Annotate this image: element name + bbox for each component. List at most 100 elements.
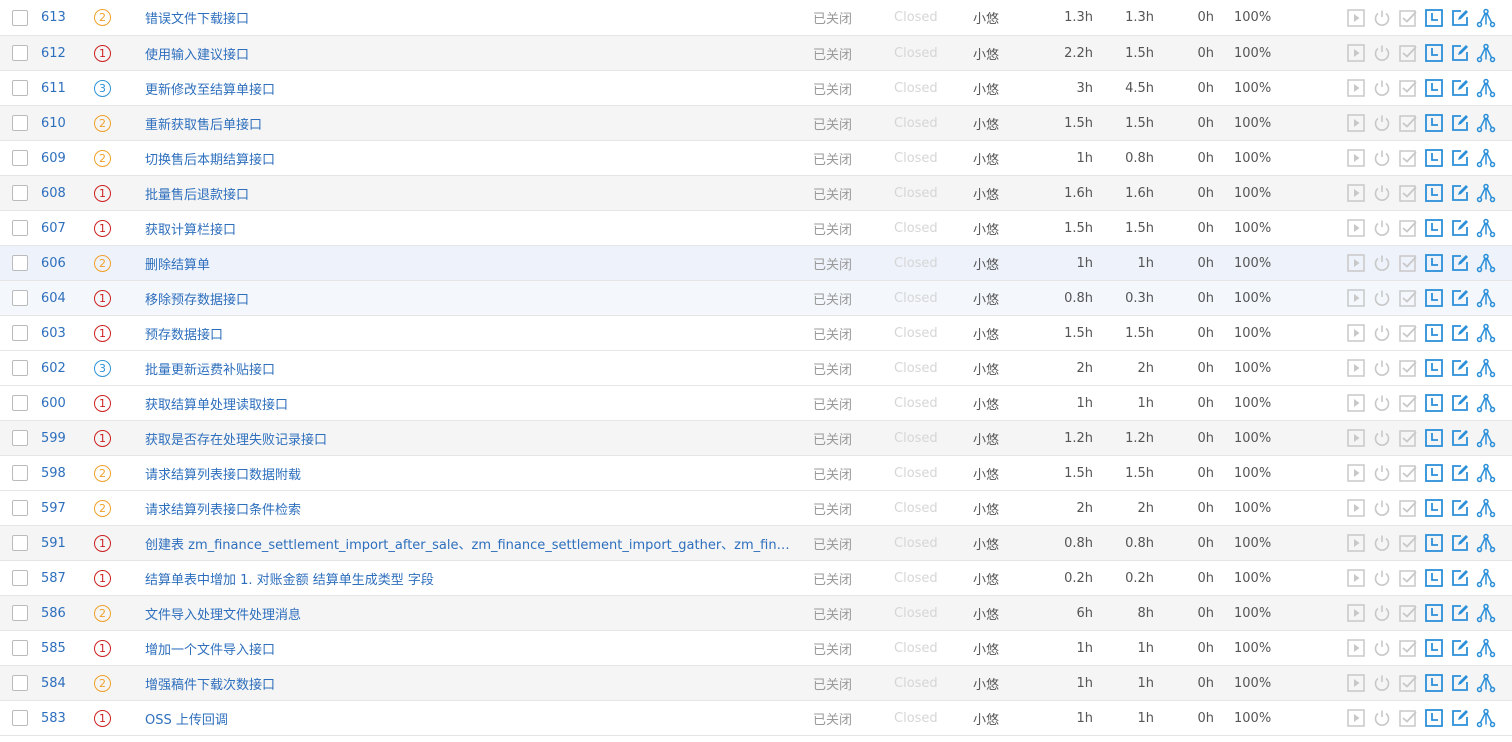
task-title[interactable]: 删除结算单 bbox=[145, 254, 210, 273]
edit-icon[interactable] bbox=[1450, 8, 1470, 28]
task-title-link[interactable]: 请求结算列表接口数据附载 bbox=[145, 456, 795, 490]
task-title-link[interactable]: 获取是否存在处理失败记录接口 bbox=[145, 421, 795, 455]
task-id[interactable]: 598 bbox=[41, 456, 66, 490]
row-checkbox[interactable] bbox=[12, 605, 28, 621]
task-title[interactable]: 获取计算栏接口 bbox=[145, 219, 236, 238]
record-estimate-icon[interactable] bbox=[1424, 78, 1444, 98]
task-title[interactable]: 更新修改至结算单接口 bbox=[145, 79, 275, 98]
edit-icon[interactable] bbox=[1450, 148, 1470, 168]
row-checkbox[interactable] bbox=[12, 325, 28, 341]
edit-icon[interactable] bbox=[1450, 498, 1470, 518]
row-checkbox[interactable] bbox=[12, 9, 28, 26]
edit-icon[interactable] bbox=[1450, 393, 1470, 413]
task-title[interactable]: 预存数据接口 bbox=[145, 324, 223, 343]
split-branch-icon[interactable] bbox=[1476, 113, 1496, 133]
split-branch-icon[interactable] bbox=[1476, 43, 1496, 63]
task-title-link[interactable]: 更新修改至结算单接口 bbox=[145, 71, 795, 105]
task-title[interactable]: 获取是否存在处理失败记录接口 bbox=[145, 429, 327, 448]
row-checkbox[interactable] bbox=[12, 80, 28, 96]
task-id[interactable]: 600 bbox=[41, 386, 66, 420]
edit-icon[interactable] bbox=[1450, 78, 1470, 98]
record-estimate-icon[interactable] bbox=[1424, 183, 1444, 203]
split-branch-icon[interactable] bbox=[1476, 8, 1496, 28]
edit-icon[interactable] bbox=[1450, 463, 1470, 483]
task-id[interactable]: 599 bbox=[41, 421, 66, 455]
row-checkbox[interactable] bbox=[12, 395, 28, 411]
split-branch-icon[interactable] bbox=[1476, 218, 1496, 238]
split-branch-icon[interactable] bbox=[1476, 498, 1496, 518]
task-title-link[interactable]: 结算单表中增加 1. 对账金额 结算单生成类型 字段 bbox=[145, 561, 795, 595]
task-title[interactable]: 移除预存数据接口 bbox=[145, 289, 249, 308]
edit-icon[interactable] bbox=[1450, 708, 1470, 728]
task-title-link[interactable]: 获取计算栏接口 bbox=[145, 211, 795, 245]
split-branch-icon[interactable] bbox=[1476, 568, 1496, 588]
split-branch-icon[interactable] bbox=[1476, 638, 1496, 658]
task-id[interactable]: 610 bbox=[41, 106, 66, 140]
row-checkbox[interactable] bbox=[12, 220, 28, 236]
record-estimate-icon[interactable] bbox=[1424, 358, 1444, 378]
edit-icon[interactable] bbox=[1450, 603, 1470, 623]
task-title-link[interactable]: 文件导入处理文件处理消息 bbox=[145, 596, 795, 630]
record-estimate-icon[interactable] bbox=[1424, 253, 1444, 273]
split-branch-icon[interactable] bbox=[1476, 183, 1496, 203]
row-checkbox[interactable] bbox=[12, 255, 28, 271]
edit-icon[interactable] bbox=[1450, 323, 1470, 343]
record-estimate-icon[interactable] bbox=[1424, 8, 1444, 28]
task-id[interactable]: 609 bbox=[41, 141, 66, 175]
task-title[interactable]: 创建表 zm_finance_settlement_import_after_s… bbox=[145, 534, 795, 553]
row-checkbox[interactable] bbox=[12, 150, 28, 166]
task-title-link[interactable]: 使用输入建议接口 bbox=[145, 36, 795, 70]
record-estimate-icon[interactable] bbox=[1424, 148, 1444, 168]
task-title-link[interactable]: 增加一个文件导入接口 bbox=[145, 631, 795, 665]
record-estimate-icon[interactable] bbox=[1424, 673, 1444, 693]
split-branch-icon[interactable] bbox=[1476, 603, 1496, 623]
task-title-link[interactable]: 移除预存数据接口 bbox=[145, 281, 795, 315]
task-id[interactable]: 604 bbox=[41, 281, 66, 315]
task-title[interactable]: 错误文件下载接口 bbox=[145, 8, 249, 27]
record-estimate-icon[interactable] bbox=[1424, 428, 1444, 448]
edit-icon[interactable] bbox=[1450, 253, 1470, 273]
task-title[interactable]: 增加一个文件导入接口 bbox=[145, 639, 275, 658]
edit-icon[interactable] bbox=[1450, 638, 1470, 658]
edit-icon[interactable] bbox=[1450, 218, 1470, 238]
task-title-link[interactable]: OSS 上传回调 bbox=[145, 701, 795, 735]
record-estimate-icon[interactable] bbox=[1424, 533, 1444, 553]
split-branch-icon[interactable] bbox=[1476, 393, 1496, 413]
record-estimate-icon[interactable] bbox=[1424, 393, 1444, 413]
row-checkbox[interactable] bbox=[12, 430, 28, 446]
task-id[interactable]: 585 bbox=[41, 631, 66, 665]
split-branch-icon[interactable] bbox=[1476, 463, 1496, 483]
task-title-link[interactable]: 重新获取售后单接口 bbox=[145, 106, 795, 140]
task-id[interactable]: 606 bbox=[41, 246, 66, 280]
edit-icon[interactable] bbox=[1450, 673, 1470, 693]
edit-icon[interactable] bbox=[1450, 428, 1470, 448]
row-checkbox[interactable] bbox=[12, 185, 28, 201]
task-id[interactable]: 613 bbox=[41, 0, 66, 35]
split-branch-icon[interactable] bbox=[1476, 148, 1496, 168]
task-title[interactable]: 批量更新运费补贴接口 bbox=[145, 359, 275, 378]
row-checkbox[interactable] bbox=[12, 45, 28, 61]
row-checkbox[interactable] bbox=[12, 710, 28, 726]
split-branch-icon[interactable] bbox=[1476, 288, 1496, 308]
task-title[interactable]: 请求结算列表接口条件检索 bbox=[145, 499, 301, 518]
edit-icon[interactable] bbox=[1450, 113, 1470, 133]
record-estimate-icon[interactable] bbox=[1424, 568, 1444, 588]
row-checkbox[interactable] bbox=[12, 640, 28, 656]
edit-icon[interactable] bbox=[1450, 533, 1470, 553]
row-checkbox[interactable] bbox=[12, 675, 28, 691]
record-estimate-icon[interactable] bbox=[1424, 603, 1444, 623]
task-title[interactable]: 切换售后本期结算接口 bbox=[145, 149, 275, 168]
task-id[interactable]: 597 bbox=[41, 491, 66, 525]
record-estimate-icon[interactable] bbox=[1424, 638, 1444, 658]
task-id[interactable]: 591 bbox=[41, 526, 66, 560]
task-title[interactable]: OSS 上传回调 bbox=[145, 709, 228, 728]
edit-icon[interactable] bbox=[1450, 43, 1470, 63]
task-title[interactable]: 增强稿件下载次数接口 bbox=[145, 674, 275, 693]
task-title-link[interactable]: 创建表 zm_finance_settlement_import_after_s… bbox=[145, 526, 795, 560]
split-branch-icon[interactable] bbox=[1476, 428, 1496, 448]
split-branch-icon[interactable] bbox=[1476, 78, 1496, 98]
record-estimate-icon[interactable] bbox=[1424, 43, 1444, 63]
task-title[interactable]: 请求结算列表接口数据附载 bbox=[145, 464, 301, 483]
row-checkbox[interactable] bbox=[12, 115, 28, 131]
record-estimate-icon[interactable] bbox=[1424, 288, 1444, 308]
